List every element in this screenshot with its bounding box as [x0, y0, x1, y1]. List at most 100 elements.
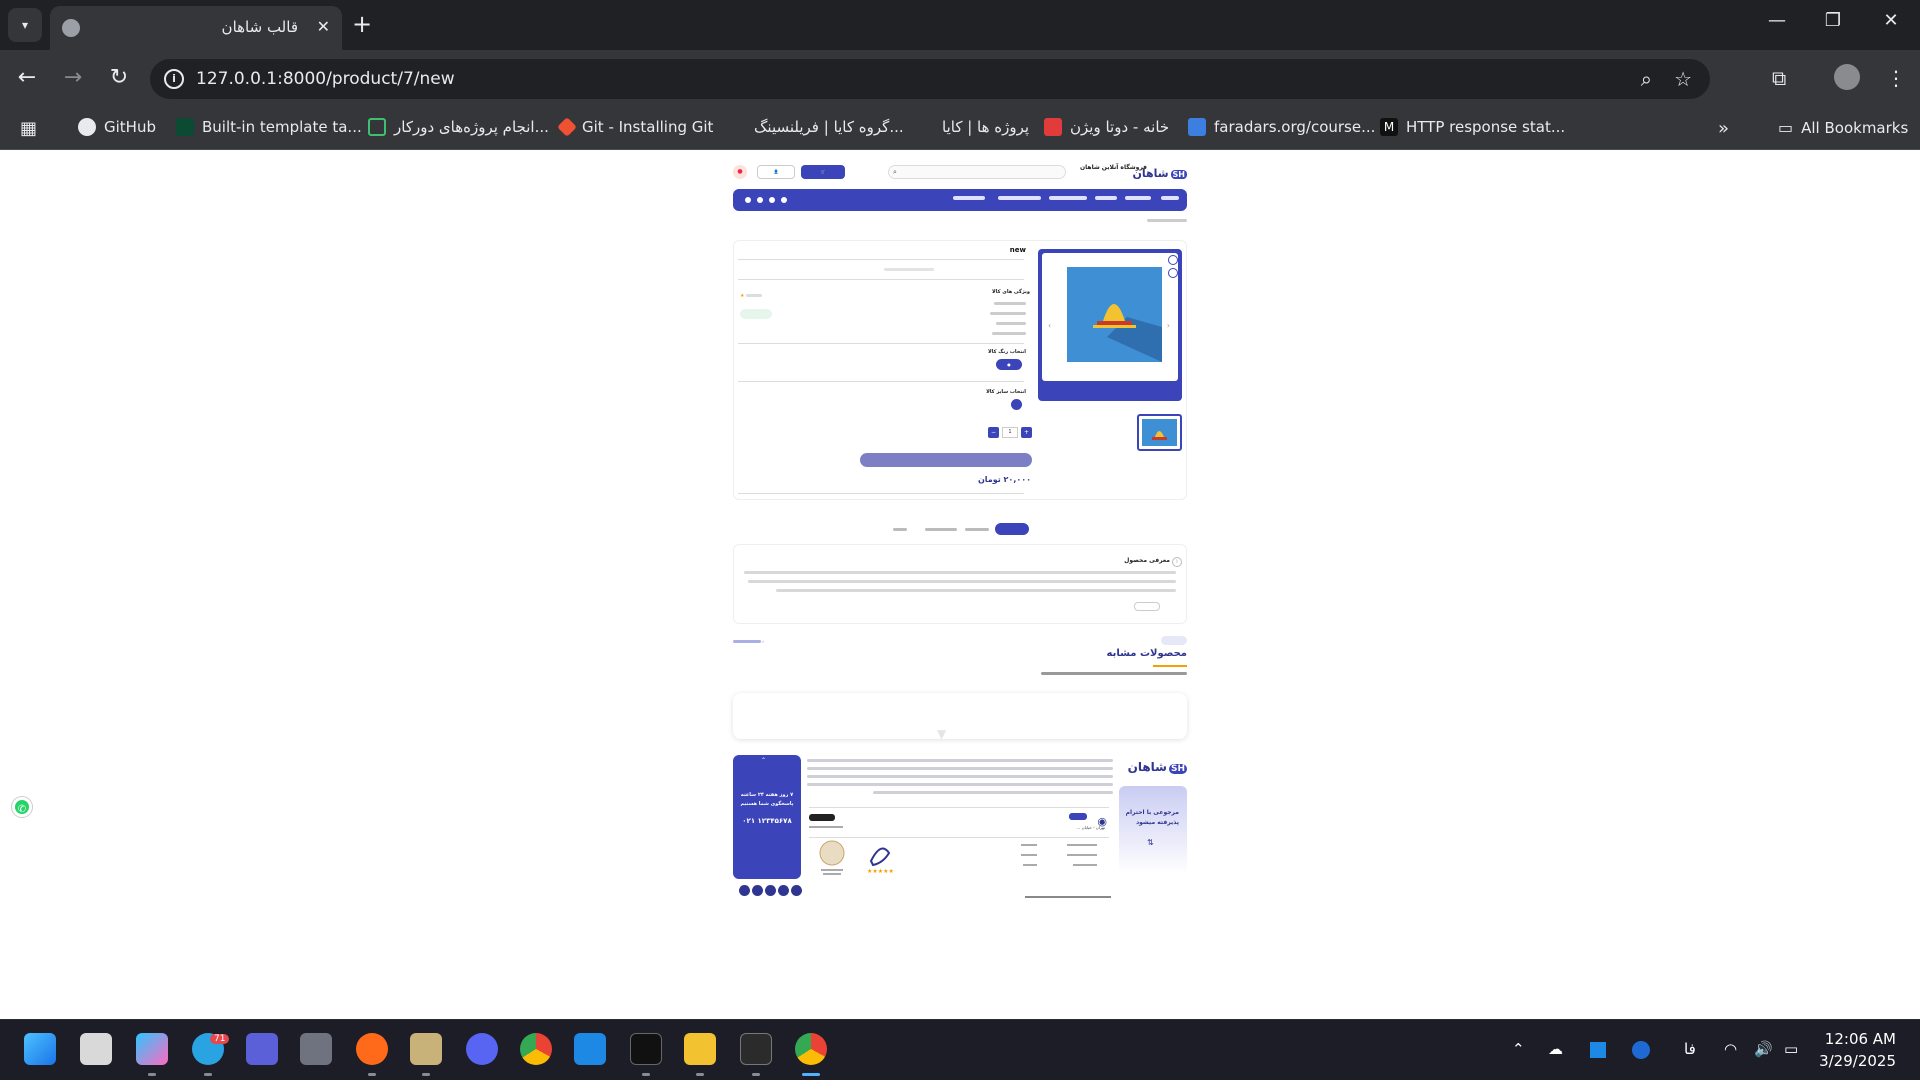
instagram-icon[interactable]: [745, 197, 751, 203]
back-arrow-icon[interactable]: ←: [12, 64, 42, 92]
chevron-up-icon[interactable]: ⌃: [1512, 1040, 1525, 1058]
bookmark-mdn[interactable]: M HTTP response stat...: [1380, 118, 1565, 136]
close-icon[interactable]: ✕: [317, 17, 330, 36]
bookmark-django[interactable]: Built-in template ta...: [176, 118, 362, 136]
footer-link[interactable]: [1021, 853, 1037, 857]
new-tab-button[interactable]: +: [352, 10, 372, 38]
increase-button[interactable]: +: [1021, 427, 1032, 438]
linkedin-icon[interactable]: [781, 197, 787, 203]
search-input[interactable]: ⌕: [888, 165, 1066, 179]
samandehi-seal[interactable]: ★★★★★: [863, 841, 899, 879]
language-indicator[interactable]: فا: [1684, 1040, 1696, 1058]
bookmark-kaya-group[interactable]: گروه کایا | فریلنسینگ...: [728, 118, 904, 136]
footer-link[interactable]: [1021, 843, 1037, 847]
size-option[interactable]: [1011, 399, 1022, 410]
view-all-link[interactable]: ‹: [733, 639, 764, 644]
zoom-icon[interactable]: ⌕: [1641, 67, 1652, 91]
chrome-icon[interactable]: [520, 1033, 552, 1065]
clock-date[interactable]: 3/29/2025: [1819, 1052, 1896, 1070]
kebab-menu-icon[interactable]: ⋮: [1886, 66, 1906, 90]
extensions-icon[interactable]: ⧉: [1772, 66, 1786, 90]
reload-icon[interactable]: ↻: [104, 64, 134, 92]
wishlist-icon[interactable]: [1168, 255, 1178, 265]
nav-item-categories[interactable]: [1161, 196, 1179, 200]
active-tab[interactable]: قالب شاهان ✕: [50, 6, 342, 50]
calculator-icon[interactable]: [300, 1033, 332, 1065]
decrease-button[interactable]: −: [988, 427, 999, 438]
profile-avatar[interactable]: [1834, 64, 1860, 90]
tab-specs[interactable]: [965, 523, 989, 535]
url-text[interactable]: 127.0.0.1:8000/product/7/new: [196, 69, 455, 89]
whatsapp-icon[interactable]: [791, 885, 802, 896]
chrome-profile-icon[interactable]: [795, 1033, 827, 1065]
footer-link[interactable]: [1073, 863, 1097, 867]
bookmark-kaya-projects[interactable]: پروژه ها | کایا: [942, 118, 1029, 136]
linkedin-icon[interactable]: [778, 885, 789, 896]
nav-item-blog[interactable]: [1095, 196, 1117, 200]
telegram-icon[interactable]: [757, 197, 763, 203]
wifi-icon[interactable]: ◠: [1724, 1040, 1737, 1058]
cart-button[interactable]: 🛒: [801, 165, 845, 179]
login-button[interactable]: 👤: [757, 165, 795, 179]
window-close-icon[interactable]: ✕: [1876, 10, 1906, 31]
start-icon[interactable]: [24, 1033, 56, 1065]
task-view-icon[interactable]: [80, 1033, 112, 1065]
vscode-icon[interactable]: [574, 1033, 606, 1065]
site-info-icon[interactable]: i: [164, 69, 184, 89]
telegram-icon[interactable]: [752, 885, 763, 896]
twitter-icon[interactable]: [765, 885, 776, 896]
bookmark-star-icon[interactable]: ☆: [1674, 67, 1692, 91]
nav-item-offers[interactable]: [1049, 196, 1087, 200]
minimize-icon[interactable]: —: [1762, 10, 1792, 31]
read-more-button[interactable]: [1134, 602, 1160, 611]
bookmark-dota-vision[interactable]: خانه - دوتا ویژن: [1044, 118, 1169, 136]
product-thumbnail[interactable]: [1137, 414, 1182, 451]
footer-link[interactable]: [1067, 843, 1097, 847]
terminal-icon[interactable]: [740, 1033, 772, 1065]
footer-link[interactable]: [1023, 863, 1037, 867]
chevron-down-icon[interactable]: ▼: [937, 727, 946, 741]
notes-icon[interactable]: [246, 1033, 278, 1065]
copilot-icon[interactable]: [136, 1033, 168, 1065]
gallery-prev-icon[interactable]: ‹: [1048, 321, 1051, 330]
user-app-icon[interactable]: [410, 1033, 442, 1065]
apps-grid-icon[interactable]: ▦: [20, 118, 37, 139]
color-option[interactable]: ●: [996, 359, 1022, 370]
whatsapp-float-icon[interactable]: ✆: [12, 797, 32, 817]
bookmark-dorkar[interactable]: انجام پروژه‌های دورکار...: [368, 118, 549, 136]
gallery-next-icon[interactable]: ›: [1167, 321, 1170, 330]
tab-review[interactable]: [925, 523, 957, 535]
quantity-value[interactable]: 1: [1002, 427, 1018, 438]
nav-item-shop[interactable]: [1125, 196, 1151, 200]
soundcloud-icon[interactable]: [356, 1033, 388, 1065]
scroll-top-icon[interactable]: ⌃: [761, 757, 766, 764]
clock-time[interactable]: 12:06 AM: [1825, 1030, 1896, 1048]
tab-description[interactable]: [995, 523, 1029, 535]
battery-icon[interactable]: ▭: [1784, 1040, 1798, 1058]
onedrive-icon[interactable]: ☁: [1548, 1040, 1563, 1058]
all-bookmarks[interactable]: ▭ All Bookmarks: [1778, 118, 1908, 137]
volume-icon[interactable]: 🔊: [1754, 1040, 1773, 1058]
restore-icon[interactable]: ❐: [1818, 10, 1848, 31]
enamad-seal[interactable]: [817, 839, 847, 877]
unity-icon[interactable]: [630, 1033, 662, 1065]
discord-icon[interactable]: [466, 1033, 498, 1065]
instagram-icon[interactable]: [739, 885, 750, 896]
bookmark-github[interactable]: GitHub: [78, 118, 156, 136]
notification-icon[interactable]: ●: [733, 165, 747, 179]
product-image[interactable]: [1067, 267, 1162, 362]
tray-app-icon[interactable]: [1632, 1041, 1650, 1059]
add-to-cart-button[interactable]: [860, 453, 1032, 467]
footer-logo[interactable]: شاهان SH: [1128, 760, 1187, 774]
share-icon[interactable]: [1168, 268, 1178, 278]
footer-link[interactable]: [1067, 853, 1097, 857]
address-bar[interactable]: i 127.0.0.1:8000/product/7/new ⌕ ☆: [150, 59, 1710, 99]
twitter-icon[interactable]: [769, 197, 775, 203]
bookmarks-overflow-icon[interactable]: »: [1718, 118, 1729, 139]
bookmark-git[interactable]: Git - Installing Git: [557, 117, 713, 137]
tab-search-button[interactable]: ▾: [8, 8, 42, 42]
bookmark-faradars[interactable]: faradars.org/course...: [1188, 118, 1375, 136]
tray-app-icon[interactable]: [1590, 1042, 1606, 1058]
forward-arrow-icon[interactable]: →: [58, 64, 88, 92]
file-explorer-icon[interactable]: [684, 1033, 716, 1065]
